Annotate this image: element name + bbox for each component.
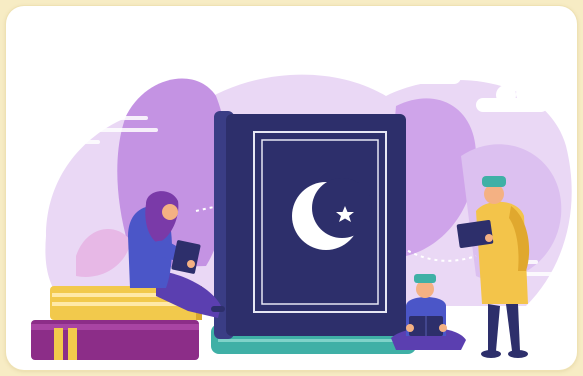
- boy-cap: [414, 274, 436, 283]
- large-book: [211, 111, 416, 354]
- man-book: [456, 220, 494, 248]
- cloud-left: [391, 58, 461, 84]
- islamic-reading-illustration: [31, 58, 572, 360]
- illustration-card: [6, 6, 577, 370]
- man-cap: [482, 176, 506, 187]
- woman-face: [162, 204, 178, 220]
